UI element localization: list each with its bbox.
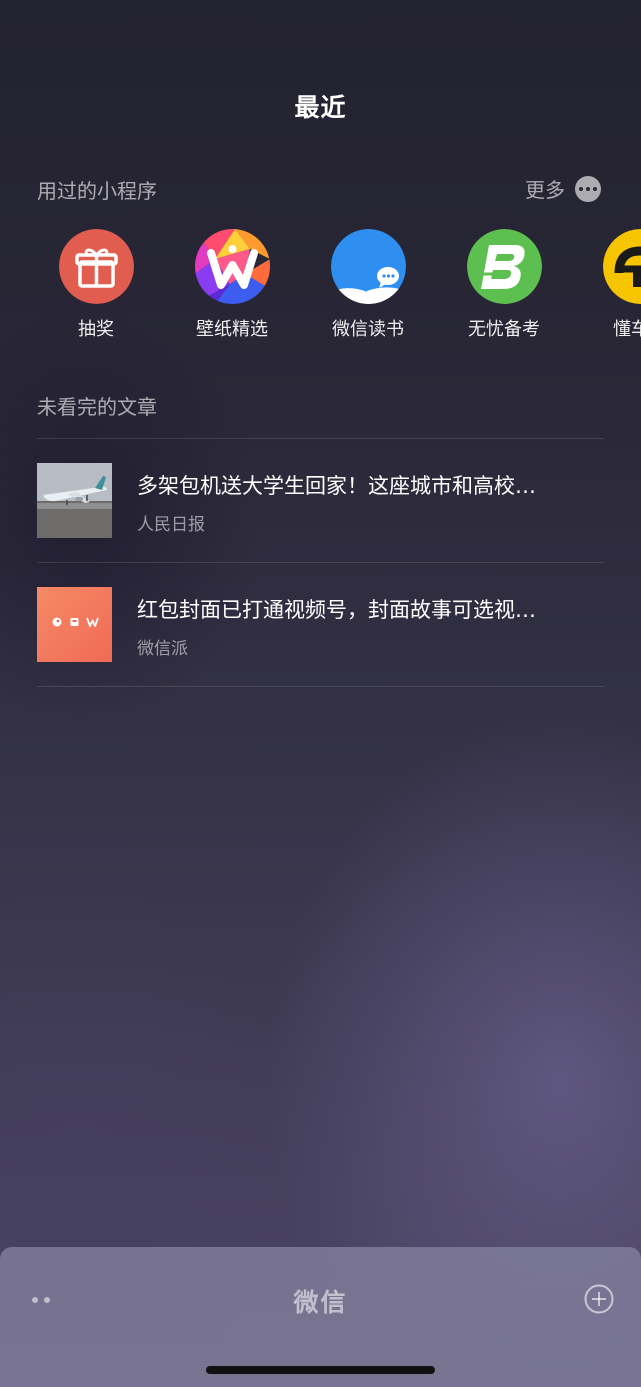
gift-icon — [58, 229, 134, 304]
mini-program-dongchedi[interactable]: 懂车帝 — [580, 229, 641, 341]
mini-program-exam-prep[interactable]: 无忧备考 — [444, 229, 564, 341]
airplane-photo-thumbnail — [37, 463, 112, 538]
car-logo-icon — [602, 229, 641, 304]
book-chat-icon — [330, 229, 406, 304]
article-item[interactable]: 红包封面已打通视频号，封面故事可选视… 微信派 — [37, 562, 604, 686]
mini-programs-section-label: 用过的小程序 — [37, 179, 157, 203]
mini-program-label: 无忧备考 — [468, 319, 540, 340]
letter-b-icon — [466, 229, 542, 304]
home-indicator[interactable] — [206, 1366, 435, 1374]
mini-program-weread[interactable]: 微信读书 — [308, 229, 428, 341]
page-title: 最近 — [294, 93, 347, 122]
plus-circle-icon[interactable] — [584, 1284, 614, 1314]
mini-program-label: 抽奖 — [78, 319, 114, 340]
article-title: 红包封面已打通视频号，封面故事可选视… — [137, 598, 536, 622]
red-packet-cover-thumbnail — [37, 587, 112, 662]
article-title: 多架包机送大学生回家！这座城市和高校… — [137, 474, 536, 498]
mini-program-label: 壁纸精选 — [196, 319, 268, 340]
mini-program-label: 懂车帝 — [613, 319, 641, 340]
mini-program-label: 微信读书 — [332, 319, 404, 340]
mini-program-lottery[interactable]: 抽奖 — [36, 229, 156, 341]
article-source: 微信派 — [137, 639, 188, 659]
wallpaper-w-icon — [194, 229, 270, 304]
mini-program-wallpaper[interactable]: 壁纸精选 — [172, 229, 292, 341]
divider — [37, 686, 604, 687]
article-source: 人民日报 — [137, 515, 205, 535]
more-mini-programs-button[interactable]: 更多 — [525, 174, 601, 203]
bottom-bar-title[interactable]: 微信 — [0, 1283, 641, 1319]
more-label: 更多 — [525, 178, 565, 202]
article-item[interactable]: 多架包机送大学生回家！这座城市和高校… 人民日报 — [37, 438, 604, 562]
articles-section-label: 未看完的文章 — [37, 395, 157, 419]
mini-programs-row: 抽奖 壁纸精选 微信读书 无忧备考 懂车 — [0, 229, 641, 349]
more-dots-icon — [575, 175, 601, 202]
